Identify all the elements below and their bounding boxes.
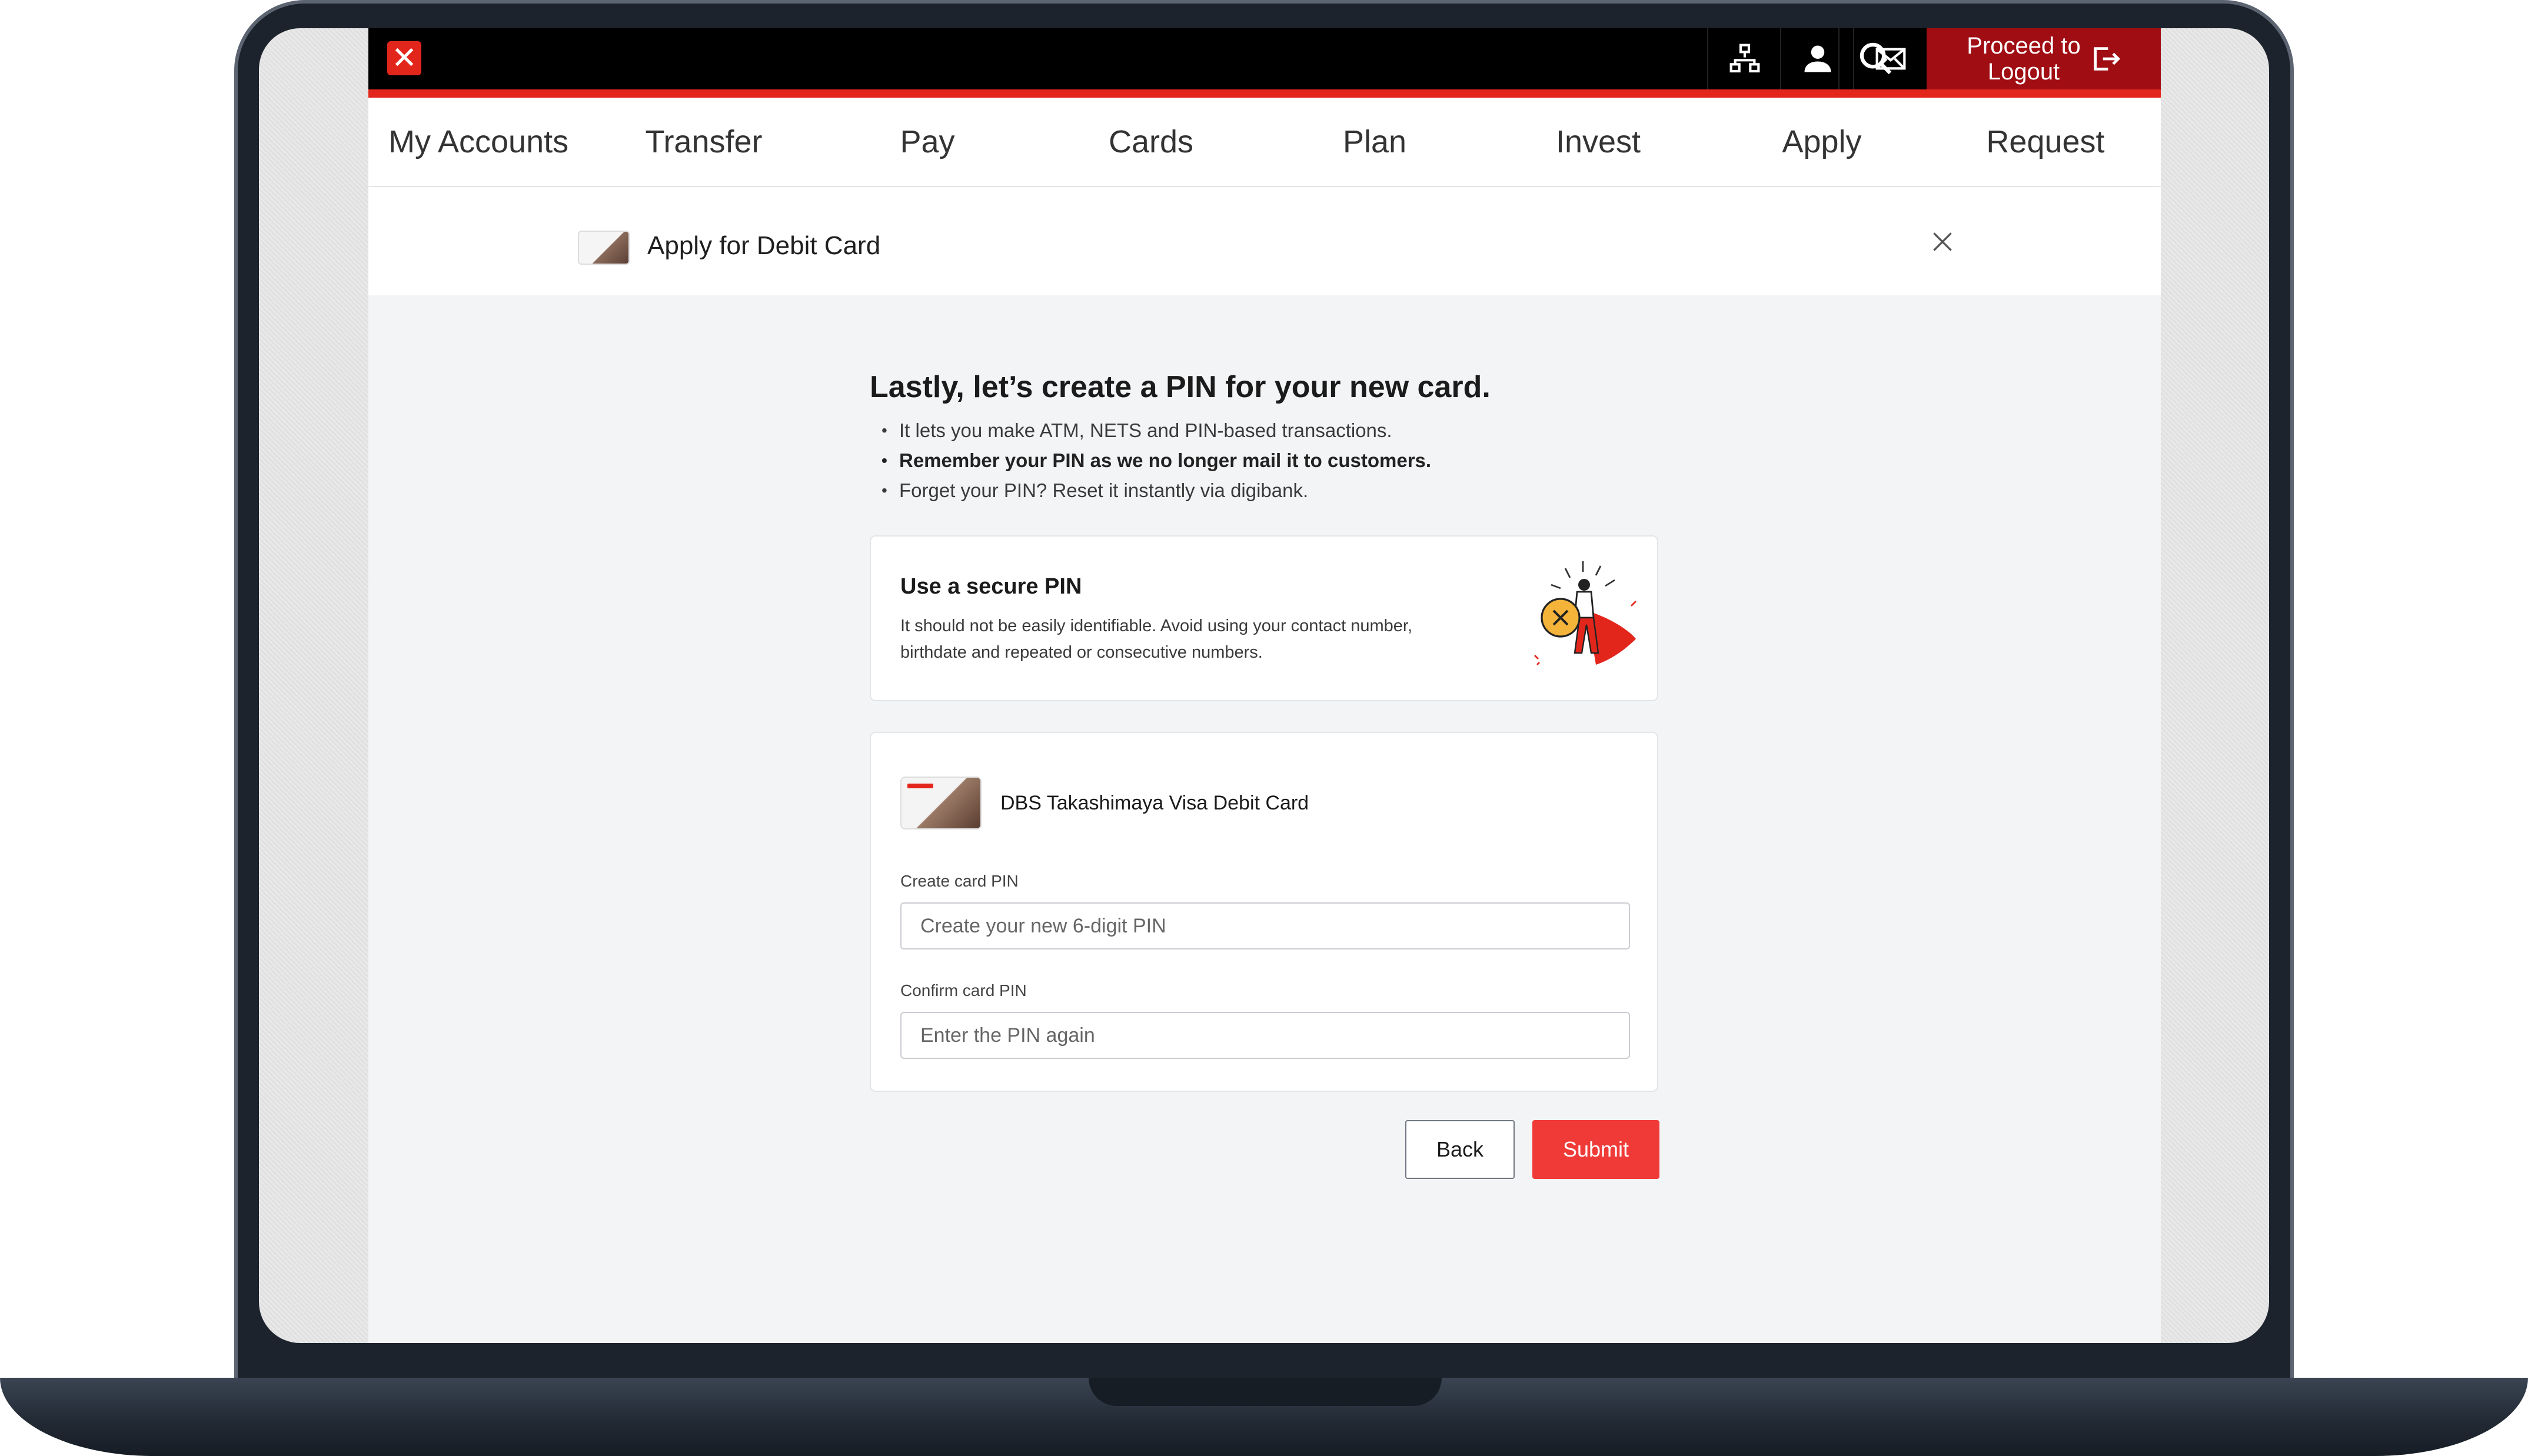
dbs-logo-icon[interactable]: ✕ <box>387 41 421 75</box>
close-icon[interactable] <box>1928 227 1957 256</box>
pin-info-list: It lets you make ATM, NETS and PIN-based… <box>882 415 1431 505</box>
create-pin-label: Create card PIN <box>900 872 1019 890</box>
logout-icon <box>2094 47 2120 71</box>
secure-pin-description: It should not be easily identifiable. Av… <box>900 617 1413 662</box>
nav-invest[interactable]: Invest <box>1486 124 1710 160</box>
main-nav: My Accounts Transfer Pay Cards Plan Inve… <box>368 98 2161 186</box>
nav-cards[interactable]: Cards <box>1039 124 1263 160</box>
create-pin-input[interactable] <box>900 902 1630 949</box>
debit-card-thumbnail <box>578 231 630 265</box>
logout-button[interactable]: Proceed to Logout <box>1927 28 2161 89</box>
pin-heading: Lastly, let’s create a PIN for your new … <box>870 370 1491 404</box>
sitemap-icon[interactable] <box>1707 28 1781 89</box>
secure-pin-title: Use a secure PIN <box>900 574 1082 599</box>
submit-button[interactable]: Submit <box>1532 1120 1659 1179</box>
secure-pin-panel: Use a secure PIN It should not be easily… <box>870 535 1658 701</box>
logout-line-2: Logout <box>1987 59 2060 85</box>
card-pin-panel: DBS Takashimaya Visa Debit Card Create c… <box>870 732 1658 1092</box>
search-icon[interactable] <box>1838 28 1912 89</box>
nav-transfer[interactable]: Transfer <box>592 124 816 160</box>
logout-label: Proceed to Logout <box>1967 33 2080 85</box>
brand-stripe <box>368 89 2161 98</box>
nav-request[interactable]: Request <box>1934 124 2157 160</box>
superhero-shield-icon <box>1534 561 1636 665</box>
takashimaya-card-thumbnail <box>900 777 982 829</box>
info-bullet: It lets you make ATM, NETS and PIN-based… <box>882 415 1431 445</box>
nav-apply[interactable]: Apply <box>1710 124 1934 160</box>
confirm-pin-label: Confirm card PIN <box>900 981 1027 999</box>
sub-header <box>368 187 2161 295</box>
card-name: DBS Takashimaya Visa Debit Card <box>1000 792 1309 814</box>
nav-my-accounts[interactable]: My Accounts <box>368 124 592 160</box>
info-bullet: Forget your PIN? Reset it instantly via … <box>882 475 1431 505</box>
logout-line-1: Proceed to <box>1967 33 2081 59</box>
screen: ✕ Proceed to Logout My Accounts Transfer… <box>368 28 2161 1343</box>
nav-pay[interactable]: Pay <box>816 124 1039 160</box>
confirm-pin-input[interactable] <box>900 1012 1630 1059</box>
nav-plan[interactable]: Plan <box>1263 124 1486 160</box>
back-button[interactable]: Back <box>1405 1120 1515 1179</box>
laptop-notch <box>1089 1378 1442 1406</box>
page-title: Apply for Debit Card <box>647 231 881 260</box>
info-bullet-bold: Remember your PIN as we no longer mail i… <box>882 445 1431 475</box>
